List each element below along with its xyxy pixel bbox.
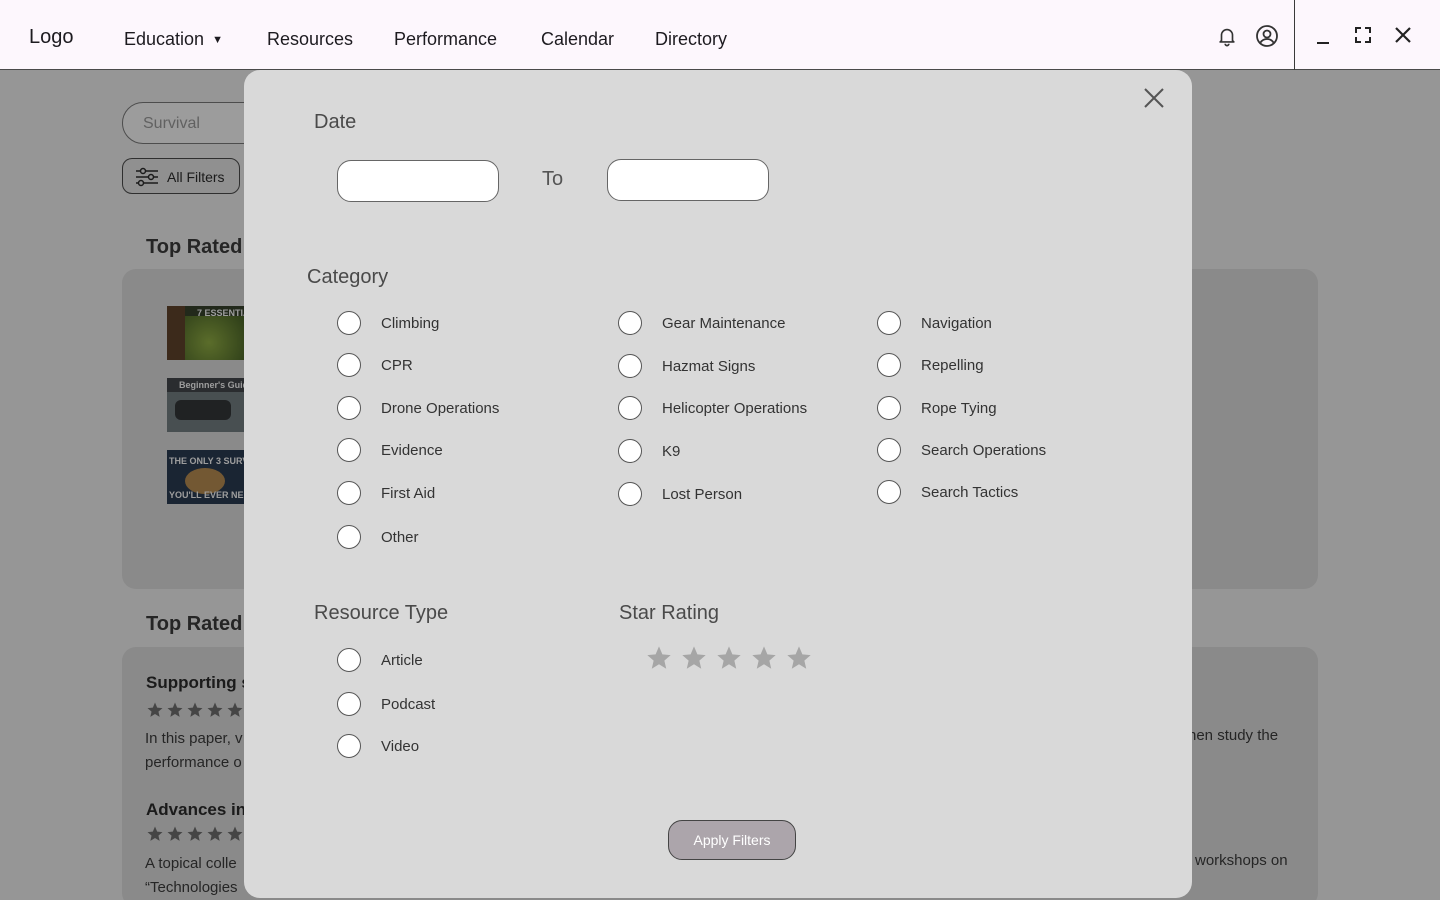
- star-rating-selector[interactable]: [645, 644, 813, 672]
- resource-type-option-podcast[interactable]: Podcast: [337, 692, 435, 716]
- category-option-climbing[interactable]: Climbing: [337, 311, 439, 335]
- bell-icon[interactable]: [1215, 24, 1239, 48]
- category-option-drone-operations[interactable]: Drone Operations: [337, 396, 499, 420]
- account-circle-icon[interactable]: [1254, 23, 1280, 49]
- radio-button[interactable]: [337, 734, 361, 758]
- radio-button[interactable]: [337, 311, 361, 335]
- nav-item-education[interactable]: Education ▼: [124, 29, 223, 50]
- radio-button[interactable]: [337, 692, 361, 716]
- star-icon[interactable]: [750, 644, 778, 672]
- close-modal-icon[interactable]: [1142, 86, 1166, 110]
- category-option-search-tactics[interactable]: Search Tactics: [877, 480, 1018, 504]
- star-icon[interactable]: [785, 644, 813, 672]
- category-option-hazmat-signs[interactable]: Hazmat Signs: [618, 354, 755, 378]
- radio-button[interactable]: [337, 353, 361, 377]
- resource-type-option-article[interactable]: Article: [337, 648, 423, 672]
- date-to-label: To: [542, 168, 564, 190]
- radio-button[interactable]: [618, 354, 642, 378]
- star-icon[interactable]: [680, 644, 708, 672]
- category-option-k9[interactable]: K9: [618, 439, 680, 463]
- category-option-repelling[interactable]: Repelling: [877, 353, 984, 377]
- category-option-lost-person[interactable]: Lost Person: [618, 482, 742, 506]
- radio-button[interactable]: [618, 439, 642, 463]
- category-option-gear-maintenance[interactable]: Gear Maintenance: [618, 311, 785, 335]
- star-icon[interactable]: [715, 644, 743, 672]
- category-option-search-operations[interactable]: Search Operations: [877, 438, 1046, 462]
- category-option-rope-tying[interactable]: Rope Tying: [877, 396, 997, 420]
- star-icon[interactable]: [645, 644, 673, 672]
- category-option-navigation[interactable]: Navigation: [877, 311, 992, 335]
- category-option-helicopter-operations[interactable]: Helicopter Operations: [618, 396, 807, 420]
- radio-button[interactable]: [877, 480, 901, 504]
- date-to-input[interactable]: [607, 159, 769, 201]
- radio-button[interactable]: [877, 353, 901, 377]
- category-option-evidence[interactable]: Evidence: [337, 438, 443, 462]
- nav-item-resources[interactable]: Resources: [267, 29, 353, 50]
- nav-item-directory[interactable]: Directory: [655, 29, 727, 50]
- top-navigation-bar: Logo Education ▼ Resources Performance Ca…: [0, 0, 1440, 70]
- apply-filters-button[interactable]: Apply Filters: [668, 820, 796, 860]
- date-heading: Date: [314, 111, 357, 133]
- radio-button[interactable]: [618, 482, 642, 506]
- star-rating-heading: Star Rating: [619, 602, 720, 624]
- filters-modal: Date To Category Climbing CPR Drone Oper…: [244, 70, 1192, 898]
- radio-button[interactable]: [618, 396, 642, 420]
- radio-button[interactable]: [877, 396, 901, 420]
- nav-item-label: Education: [124, 29, 205, 49]
- resource-type-option-video[interactable]: Video: [337, 734, 419, 758]
- radio-button[interactable]: [337, 525, 361, 549]
- category-option-first-aid[interactable]: First Aid: [337, 481, 435, 505]
- minimize-icon[interactable]: [1312, 26, 1334, 48]
- category-option-cpr[interactable]: CPR: [337, 353, 413, 377]
- radio-button[interactable]: [877, 311, 901, 335]
- logo[interactable]: Logo: [29, 26, 74, 49]
- radio-button[interactable]: [337, 438, 361, 462]
- nav-item-performance[interactable]: Performance: [394, 29, 497, 50]
- radio-button[interactable]: [337, 481, 361, 505]
- radio-button[interactable]: [618, 311, 642, 335]
- category-option-other[interactable]: Other: [337, 525, 419, 549]
- nav-item-calendar[interactable]: Calendar: [541, 29, 614, 50]
- radio-button[interactable]: [337, 648, 361, 672]
- date-from-input[interactable]: [337, 160, 499, 202]
- radio-button[interactable]: [337, 396, 361, 420]
- close-icon[interactable]: [1392, 24, 1414, 46]
- chevron-down-icon: ▼: [212, 34, 223, 46]
- category-heading: Category: [307, 266, 389, 288]
- resource-type-heading: Resource Type: [314, 602, 449, 624]
- toolbar-divider: [1294, 0, 1295, 70]
- maximize-icon[interactable]: [1352, 24, 1374, 46]
- radio-button[interactable]: [877, 438, 901, 462]
